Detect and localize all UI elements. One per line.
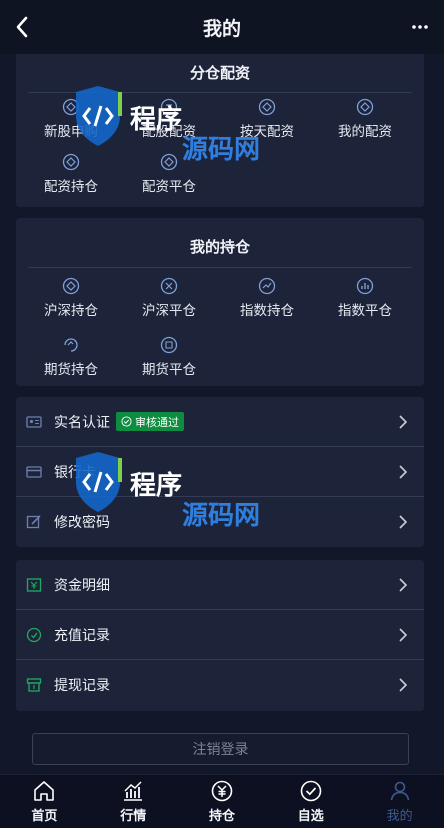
grid-item-sh-sz-position[interactable]: 沪深持仓	[22, 268, 120, 327]
grid-item-allocation-close[interactable]: 配资平仓	[120, 145, 218, 203]
bank-card-icon	[26, 465, 42, 478]
grid-label: 按天配资	[240, 124, 294, 140]
chevron-left-icon	[16, 16, 28, 38]
ipo-icon	[62, 98, 80, 116]
grid-label: 我的配资	[338, 124, 392, 140]
status-badge: 审核通过	[116, 412, 184, 431]
futures-close-icon	[160, 336, 178, 353]
list-item-password[interactable]: 修改密码	[16, 497, 424, 547]
my-allocation-icon	[356, 98, 374, 116]
check-circle-icon	[121, 416, 132, 427]
chevron-right-icon	[399, 415, 408, 429]
sh-sz-close-icon	[160, 277, 178, 294]
chevron-right-icon	[399, 465, 408, 479]
grid-label: 沪深持仓	[44, 302, 98, 319]
tab-label: 自选	[297, 809, 324, 824]
top-bar: 我的	[0, 0, 444, 54]
grid-label: 新股申购	[44, 124, 98, 140]
tab-watchlist[interactable]: 自选	[266, 775, 355, 828]
daily-icon	[258, 98, 276, 116]
grid-item-index-position[interactable]: 指数持仓	[218, 268, 316, 327]
index-position-icon	[258, 277, 276, 294]
withdraw-label: 提现记录	[54, 678, 110, 694]
more-dots-icon	[412, 25, 428, 29]
chevron-right-icon	[399, 678, 408, 692]
main-content: 分仓配资 新股申购 配股配资 按天配资 我的配资 配资持仓 配资平仓 我的持仓 …	[0, 54, 444, 774]
list-item-realname[interactable]: 实名认证 审核通过	[16, 397, 424, 447]
list-item-withdraw[interactable]: 提现记录	[16, 660, 424, 710]
tab-bar: 首页 行情 持仓 自选 我的	[0, 774, 444, 828]
fund-details-label: 资金明细	[54, 577, 110, 594]
chevron-right-icon	[399, 578, 408, 592]
grid-item-futures-close[interactable]: 期货平仓	[120, 327, 218, 386]
bankcard-label: 银行卡	[54, 464, 96, 481]
positions-card: 我的持仓 沪深持仓 沪深平仓 指数持仓 指数平仓 期货持仓 期货平仓	[16, 218, 424, 386]
grid-item-daily[interactable]: 按天配资	[218, 93, 316, 145]
recharge-icon	[26, 627, 42, 642]
grid-label: 配资平仓	[142, 179, 196, 195]
id-card-icon	[26, 415, 42, 428]
tab-market[interactable]: 行情	[89, 775, 178, 828]
allocation-position-icon	[62, 153, 80, 171]
allocation-close-icon	[160, 153, 178, 171]
grid-label: 配资持仓	[44, 179, 98, 195]
chevron-right-icon	[399, 628, 408, 642]
grid-item-my-allocation[interactable]: 我的配资	[316, 93, 414, 145]
grid-label: 期货持仓	[44, 361, 98, 378]
futures-position-icon	[64, 337, 78, 352]
password-label: 修改密码	[54, 515, 110, 531]
tab-label: 行情	[120, 809, 147, 824]
chart-icon	[124, 781, 143, 801]
index-close-icon	[356, 277, 374, 294]
more-button[interactable]	[406, 12, 434, 42]
grid-item-futures-position[interactable]: 期货持仓	[22, 327, 120, 386]
grid-item-rights[interactable]: 配股配资	[120, 93, 218, 145]
grid-label: 指数持仓	[240, 302, 294, 319]
tab-label: 我的	[386, 809, 413, 824]
withdraw-icon	[26, 678, 42, 692]
grid-item-index-close[interactable]: 指数平仓	[316, 268, 414, 327]
grid-item-allocation-position[interactable]: 配资持仓	[22, 145, 120, 203]
tab-label: 首页	[31, 809, 58, 824]
logout-button[interactable]: 注销登录	[32, 733, 409, 765]
grid-label: 期货平仓	[142, 361, 196, 378]
grid-label: 配股配资	[142, 124, 196, 140]
allocation-card: 分仓配资 新股申购 配股配资 按天配资 我的配资 配资持仓 配资平仓	[16, 54, 424, 207]
list-item-recharge[interactable]: 充值记录	[16, 610, 424, 660]
account-list: 实名认证 审核通过 银行卡 修改密码	[16, 397, 424, 547]
check-circle-icon	[300, 780, 322, 802]
yuan-coin-icon	[211, 780, 233, 802]
positions-title: 我的持仓	[189, 238, 250, 256]
grid-label: 指数平仓	[338, 302, 392, 319]
rights-icon	[160, 98, 178, 116]
page-title: 我的	[202, 17, 241, 40]
grid-item-sh-sz-close[interactable]: 沪深平仓	[120, 268, 218, 327]
chevron-right-icon	[399, 515, 408, 529]
user-icon	[390, 781, 409, 801]
money-icon	[26, 577, 42, 592]
allocation-title: 分仓配资	[189, 64, 250, 82]
funds-list: 资金明细 充值记录 提现记录	[16, 560, 424, 711]
list-item-bankcard[interactable]: 银行卡	[16, 447, 424, 497]
grid-label: 沪深平仓	[142, 302, 196, 319]
recharge-label: 充值记录	[54, 627, 110, 644]
status-badge-text: 审核通过	[135, 415, 179, 429]
list-item-fund-details[interactable]: 资金明细	[16, 560, 424, 610]
tab-mine[interactable]: 我的	[355, 775, 444, 828]
tab-home[interactable]: 首页	[0, 775, 89, 828]
tab-position[interactable]: 持仓	[178, 775, 267, 828]
realname-label: 实名认证	[54, 414, 110, 431]
back-button[interactable]	[8, 12, 36, 42]
sh-sz-position-icon	[62, 277, 80, 294]
tab-label: 持仓	[208, 809, 235, 824]
grid-item-ipo[interactable]: 新股申购	[22, 93, 120, 145]
home-icon	[34, 781, 55, 801]
edit-icon	[26, 515, 41, 529]
